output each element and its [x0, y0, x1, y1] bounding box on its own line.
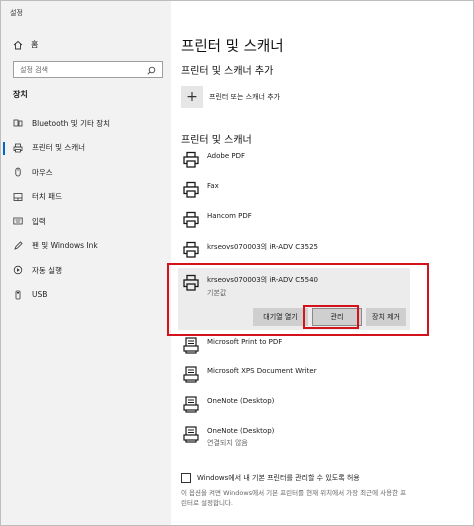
default-printer-checkbox-row[interactable]: Windows에서 내 기본 프린터를 관리할 수 있도록 허용: [181, 473, 360, 483]
printer-name: OneNote (Desktop): [207, 427, 275, 435]
sidebar-item-label: 프린터 및 스캐너: [32, 143, 86, 153]
sidebar-item-autoplay[interactable]: 자동 실행: [1, 258, 171, 283]
sidebar-item-mouse[interactable]: 마우스: [1, 160, 171, 185]
printer-item[interactable]: krseovs070003의 iR-ADV C3525: [183, 241, 318, 259]
search-input[interactable]: 설정 검색: [13, 61, 163, 78]
autoplay-icon: [13, 265, 23, 275]
printer-item[interactable]: Adobe PDF: [183, 151, 245, 169]
printer-name: Microsoft Print to PDF: [207, 338, 283, 346]
printer-item[interactable]: Microsoft XPS Document Writer: [183, 366, 317, 384]
printer-status: 연결되지 않음: [207, 439, 248, 447]
printer-name: Adobe PDF: [207, 152, 246, 160]
sidebar-item-label: 마우스: [32, 167, 53, 177]
printer-name: Fax: [207, 182, 219, 190]
highlight-frame: [167, 263, 429, 336]
sidebar-item-bluetooth[interactable]: Bluetooth 및 기타 장치: [1, 111, 171, 136]
printer-item[interactable]: Hancom PDF: [183, 211, 252, 229]
sidebar-item-printers[interactable]: 프린터 및 스캐너: [1, 136, 171, 161]
sidebar-item-label: USB: [32, 290, 48, 300]
highlight-manage-frame: [303, 305, 359, 329]
printer-icon: [183, 181, 199, 198]
add-printer-label: 프린터 또는 스캐너 추가: [209, 93, 281, 101]
app-title: 설정: [10, 9, 23, 17]
printer-icon: [13, 143, 23, 153]
printer-name: Microsoft XPS Document Writer: [207, 367, 317, 375]
sidebar-item-pen[interactable]: 펜 및 Windows Ink: [1, 234, 171, 259]
sidebar-home[interactable]: 홈: [13, 39, 38, 50]
sidebar: 설정 홈 설정 검색 장치 Bluetooth 및 기타 장치 프린터 및 스캐…: [1, 1, 171, 525]
plus-icon: +: [181, 86, 203, 108]
touchpad-icon: [13, 192, 23, 202]
sidebar-item-label: 입력: [32, 216, 46, 226]
printer-item[interactable]: OneNote (Desktop): [183, 396, 274, 414]
checkbox-label: Windows에서 내 기본 프린터를 관리할 수 있도록 허용: [197, 474, 360, 482]
sidebar-home-label: 홈: [31, 40, 39, 49]
printer-name: Hancom PDF: [207, 212, 252, 220]
search-icon: [147, 60, 156, 79]
document-printer-icon: [183, 366, 199, 383]
mouse-icon: [13, 167, 23, 177]
printer-item[interactable]: OneNote (Desktop) 연결되지 않음: [183, 426, 274, 448]
sidebar-item-label: 터치 패드: [32, 192, 62, 202]
section-label-devices: 장치: [13, 90, 28, 99]
default-printer-checkbox[interactable]: [181, 473, 191, 483]
settings-window: 설정 홈 설정 검색 장치 Bluetooth 및 기타 장치 프린터 및 스캐…: [0, 0, 474, 526]
sidebar-item-touchpad[interactable]: 터치 패드: [1, 185, 171, 210]
home-icon: [13, 40, 23, 50]
printer-item[interactable]: Microsoft Print to PDF: [183, 337, 282, 355]
printer-name: OneNote (Desktop): [207, 397, 275, 405]
checkbox-hint: 이 옵션을 켜면 Windows에서 기본 프린터를 현재 위치에서 가장 최근…: [181, 489, 407, 507]
pen-icon: [13, 241, 23, 251]
usb-icon: [13, 290, 23, 300]
add-heading: 프린터 및 스캐너 추가: [181, 66, 274, 77]
document-printer-icon: [183, 426, 199, 443]
sidebar-item-label: Bluetooth 및 기타 장치: [32, 118, 111, 128]
list-heading: 프린터 및 스캐너: [181, 135, 252, 146]
document-printer-icon: [183, 337, 199, 354]
printer-icon: [183, 151, 199, 168]
document-printer-icon: [183, 396, 199, 413]
printer-item[interactable]: Fax: [183, 181, 219, 199]
printer-name: krseovs070003의 iR-ADV C3525: [207, 243, 319, 251]
sidebar-item-label: 펜 및 Windows Ink: [32, 241, 98, 251]
keyboard-icon: [13, 216, 23, 226]
sidebar-item-usb[interactable]: USB: [1, 283, 171, 308]
search-placeholder: 설정 검색: [20, 65, 48, 74]
sidebar-nav: Bluetooth 및 기타 장치 프린터 및 스캐너 마우스 터치 패드 입력…: [1, 111, 171, 307]
sidebar-item-input[interactable]: 입력: [1, 209, 171, 234]
add-printer-button[interactable]: + 프린터 또는 스캐너 추가: [181, 86, 280, 108]
sidebar-item-label: 자동 실행: [32, 265, 62, 275]
printer-icon: [183, 211, 199, 228]
printer-icon: [183, 241, 199, 258]
bluetooth-icon: [13, 118, 23, 128]
page-title: 프린터 및 스캐너: [181, 39, 284, 55]
